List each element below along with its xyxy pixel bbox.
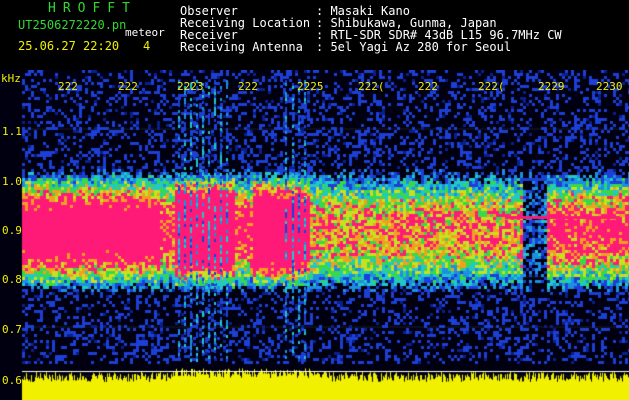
time-tick: 222 [118, 80, 138, 93]
time-tick: 222( [478, 80, 505, 93]
freq-tick: 0.8 [2, 273, 22, 286]
header: HROFFT UT2506272220.pn meteor 25.06.27 2… [0, 0, 629, 70]
capture-count: 4 [143, 39, 151, 53]
freq-tick: 0.9 [2, 224, 22, 237]
time-tick: 222 [418, 80, 438, 93]
spectrogram-waterfall [0, 70, 629, 400]
freq-tick: 1.0 [2, 175, 22, 188]
field-label-antenna: Receiving Antenna [180, 40, 303, 54]
time-tick: 222 [58, 80, 78, 93]
file-category: meteor [125, 26, 165, 39]
freq-tick: 1.1 [2, 125, 22, 138]
freq-tick: 0.6 [2, 374, 22, 387]
file-name: UT2506272220.pn [18, 18, 127, 32]
axis-unit-label: kHz [1, 72, 21, 85]
field-value-antenna: : 5el Yagi Az 280 for Seoul [316, 40, 512, 54]
time-tick: 222 [238, 80, 258, 93]
field-values: : Masaki Kano : Shibukawa, Gunma, Japan … [316, 5, 562, 53]
time-tick: 2230 [596, 80, 623, 93]
time-tick: 2223 [177, 80, 204, 93]
time-tick: 2229 [538, 80, 565, 93]
freq-tick: 0.7 [2, 323, 22, 336]
app-title: HROFFT [48, 1, 137, 16]
time-tick: 2225 [297, 80, 324, 93]
time-tick: 222( [358, 80, 385, 93]
timestamp: 25.06.27 22:20 [18, 39, 120, 53]
field-labels: Observer Receiving Location Receiver Rec… [180, 5, 310, 53]
